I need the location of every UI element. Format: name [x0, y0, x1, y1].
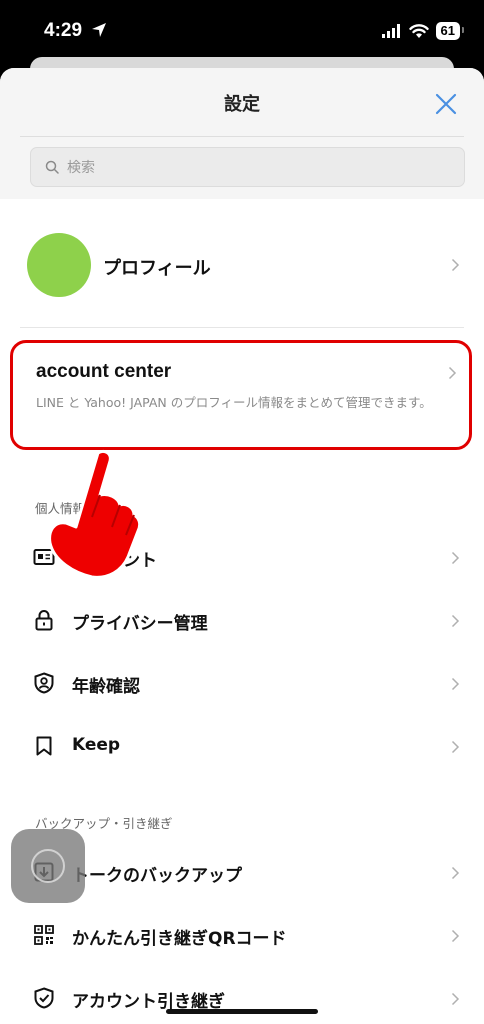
pointing-hand-icon	[48, 449, 140, 579]
account-center-title: account center	[36, 361, 172, 382]
settings-header: 設定 検索	[0, 68, 484, 199]
chevron-right-icon	[448, 366, 457, 380]
close-button[interactable]	[434, 92, 458, 116]
assistive-touch-ring	[31, 849, 65, 883]
shield-user-icon	[34, 672, 54, 694]
status-bar: 4:29 61	[0, 0, 484, 64]
account-center-description: LINE と Yahoo! JAPAN のプロフィール情報をまとめて管理できます…	[36, 395, 432, 410]
battery-indicator: 61	[435, 22, 465, 40]
avatar	[27, 233, 91, 297]
chevron-right-icon	[451, 866, 460, 880]
item-label: トークのバックアップ	[72, 866, 242, 886]
settings-item-privacy[interactable]: プライバシー管理	[0, 594, 484, 648]
wifi-icon	[408, 23, 429, 38]
lock-icon	[35, 610, 53, 631]
status-time: 4:29	[44, 20, 83, 41]
search-icon	[45, 160, 59, 174]
qr-code-icon	[34, 925, 54, 945]
chevron-right-icon	[451, 258, 460, 272]
chevron-right-icon	[451, 614, 460, 628]
bookmark-icon	[36, 736, 52, 756]
profile-row[interactable]: プロフィール	[0, 233, 484, 297]
settings-item-keep[interactable]: Keep	[0, 720, 484, 774]
chevron-right-icon	[451, 992, 460, 1006]
account-center-item[interactable]: account center LINE と Yahoo! JAPAN のプロフィ…	[10, 340, 472, 450]
location-arrow-icon	[91, 22, 107, 42]
chevron-right-icon	[451, 551, 460, 565]
chevron-right-icon	[451, 929, 460, 943]
chevron-right-icon	[451, 740, 460, 754]
page-title: 設定	[224, 94, 260, 115]
settings-item-qr-transfer[interactable]: かんたん引き継ぎQRコード	[0, 909, 484, 963]
home-indicator	[166, 1009, 318, 1014]
search-placeholder: 検索	[67, 160, 95, 176]
close-icon	[435, 93, 457, 115]
item-label: Keep	[72, 735, 121, 755]
profile-label: プロフィール	[103, 258, 211, 279]
section-divider	[20, 327, 464, 328]
status-indicators: 61	[381, 22, 465, 40]
shield-check-icon	[34, 987, 54, 1009]
item-label: かんたん引き継ぎQRコード	[72, 929, 287, 949]
header-divider	[20, 136, 464, 137]
settings-item-account-transfer[interactable]: アカウント引き継ぎ	[0, 972, 484, 1024]
signal-icon	[381, 24, 400, 38]
item-label: プライバシー管理	[72, 614, 208, 634]
chevron-right-icon	[451, 677, 460, 691]
item-label: 年齢確認	[72, 677, 140, 697]
search-input[interactable]: 検索	[30, 147, 465, 187]
settings-item-age-verification[interactable]: 年齢確認	[0, 657, 484, 711]
assistive-touch-button[interactable]	[11, 829, 85, 903]
